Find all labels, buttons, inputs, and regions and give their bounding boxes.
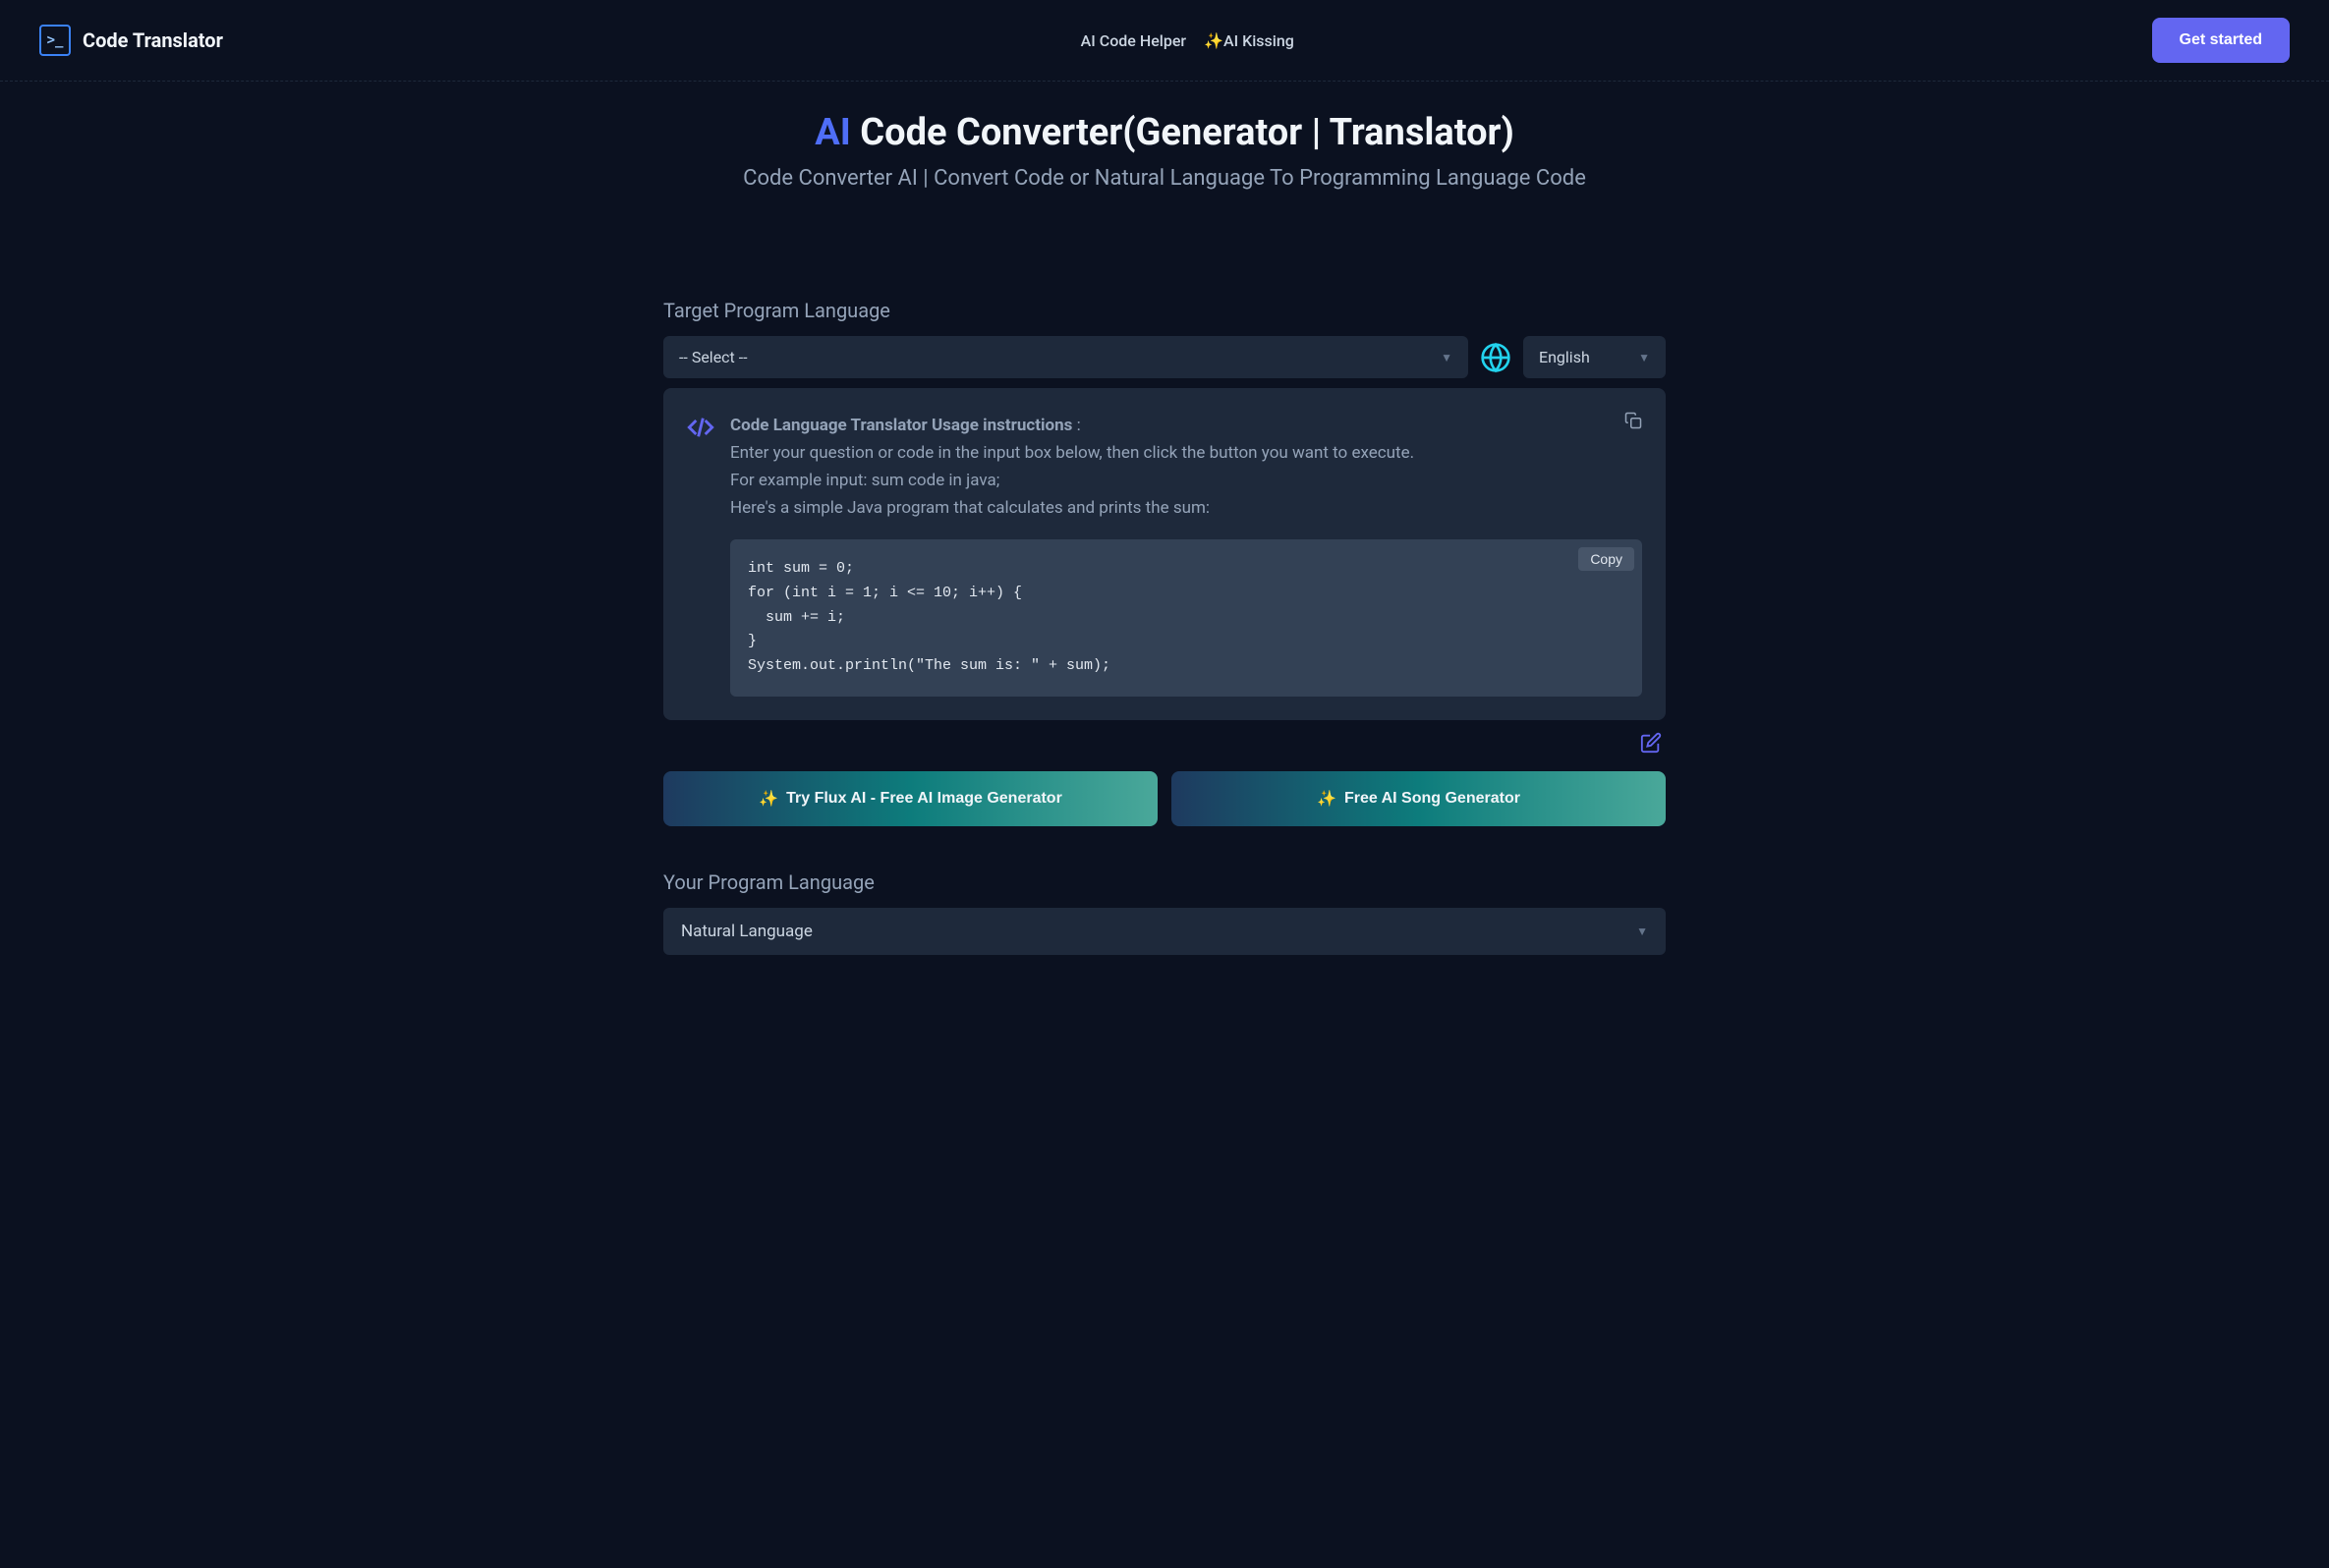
copy-code-button[interactable]: Copy bbox=[1578, 547, 1634, 571]
output-language-select[interactable]: English ▼ bbox=[1523, 336, 1666, 378]
sparkle-icon: ✨ bbox=[759, 789, 778, 809]
flux-ai-button[interactable]: ✨ Try Flux AI - Free AI Image Generator bbox=[663, 771, 1158, 826]
instructions-title: Code Language Translator Usage instructi… bbox=[730, 416, 1072, 435]
instructions-line2: For example input: sum code in java; bbox=[730, 471, 999, 490]
title-ai-prefix: AI bbox=[815, 111, 851, 154]
page-subtitle: Code Converter AI | Convert Code or Natu… bbox=[663, 166, 1666, 191]
nav-ai-kissing[interactable]: ✨AI Kissing bbox=[1204, 31, 1294, 50]
page-title: AI Code Converter(Generator | Translator… bbox=[663, 111, 1666, 154]
your-language-select[interactable]: Natural Language ▼ bbox=[663, 908, 1666, 955]
code-example: Copy int sum = 0; for (int i = 1; i <= 10… bbox=[730, 539, 1642, 697]
instructions-content: Code Language Translator Usage instructi… bbox=[730, 412, 1642, 697]
target-language-select[interactable]: -- Select -- ▼ bbox=[663, 336, 1468, 378]
header: >_ Code Translator AI Code Helper ✨AI Ki… bbox=[0, 0, 2329, 82]
output-language-value: English bbox=[1539, 348, 1590, 366]
instructions-line1: Enter your question or code in the input… bbox=[730, 443, 1414, 463]
copy-icon[interactable] bbox=[1624, 412, 1642, 429]
target-language-section: Target Program Language -- Select -- ▼ E… bbox=[663, 299, 1666, 378]
your-language-value: Natural Language bbox=[681, 922, 813, 941]
your-language-section: Your Program Language Natural Language ▼ bbox=[663, 870, 1666, 955]
flux-ai-label: Try Flux AI - Free AI Image Generator bbox=[786, 790, 1062, 808]
instructions-line3: Here's a simple Java program that calcul… bbox=[730, 498, 1210, 518]
logo-text: Code Translator bbox=[83, 28, 223, 52]
chevron-down-icon: ▼ bbox=[1638, 351, 1650, 364]
edit-icon[interactable] bbox=[1640, 732, 1662, 754]
instructions-header: Code Language Translator Usage instructi… bbox=[687, 412, 1642, 697]
edit-icon-row bbox=[663, 732, 1666, 754]
promo-row: ✨ Try Flux AI - Free AI Image Generator … bbox=[663, 771, 1666, 826]
song-generator-button[interactable]: ✨ Free AI Song Generator bbox=[1171, 771, 1666, 826]
chevron-down-icon: ▼ bbox=[1441, 351, 1452, 364]
nav-links: AI Code Helper ✨AI Kissing bbox=[1081, 31, 1294, 50]
logo-section[interactable]: >_ Code Translator bbox=[39, 25, 223, 56]
title-rest: Code Converter(Generator | Translator) bbox=[851, 111, 1514, 154]
instructions-colon: : bbox=[1072, 416, 1080, 435]
globe-icon bbox=[1480, 342, 1511, 373]
terminal-icon: >_ bbox=[39, 25, 71, 56]
code-text: int sum = 0; for (int i = 1; i <= 10; i+… bbox=[748, 560, 1110, 674]
sparkle-icon: ✨ bbox=[1317, 789, 1336, 809]
select-row: -- Select -- ▼ English ▼ bbox=[663, 336, 1666, 378]
code-icon bbox=[687, 414, 714, 441]
nav-ai-kissing-label: AI Kissing bbox=[1223, 31, 1294, 50]
your-language-label: Your Program Language bbox=[663, 870, 1666, 894]
song-generator-label: Free AI Song Generator bbox=[1344, 790, 1520, 808]
main-content: AI Code Converter(Generator | Translator… bbox=[624, 82, 1705, 975]
instructions-box: Code Language Translator Usage instructi… bbox=[663, 388, 1666, 720]
target-language-label: Target Program Language bbox=[663, 299, 1666, 322]
nav-ai-code-helper[interactable]: AI Code Helper bbox=[1081, 31, 1186, 50]
target-language-value: -- Select -- bbox=[679, 348, 748, 366]
get-started-button[interactable]: Get started bbox=[2152, 18, 2290, 63]
chevron-down-icon: ▼ bbox=[1636, 924, 1648, 938]
sparkle-icon: ✨ bbox=[1204, 31, 1223, 50]
